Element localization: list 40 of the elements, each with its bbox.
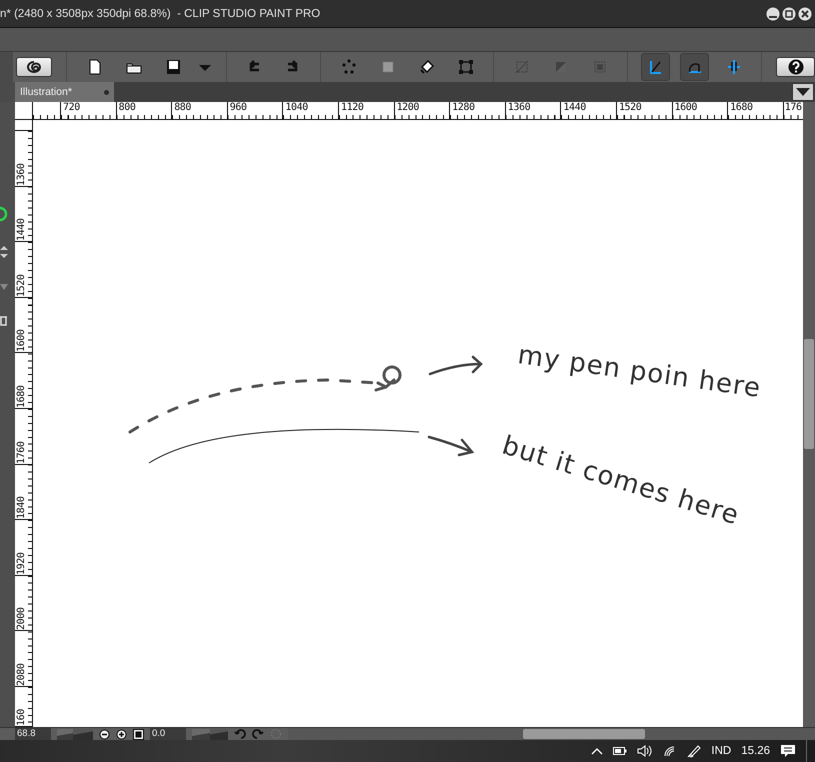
color-ring-icon: [0, 206, 8, 222]
language-indicator[interactable]: IND: [711, 745, 732, 757]
toolbar-grip[interactable]: [0, 52, 13, 82]
document-tab[interactable]: Illustration*: [15, 82, 114, 102]
curve-snap-icon[interactable]: [680, 53, 710, 81]
scroll-thumb[interactable]: [804, 339, 814, 449]
battery-icon[interactable]: [613, 746, 628, 756]
close-dot-icon[interactable]: [104, 90, 109, 94]
rotation-field[interactable]: 0.0: [150, 728, 186, 740]
horizontal-scrollbar[interactable]: [288, 728, 815, 740]
up-down-arrows-icon[interactable]: [0, 244, 8, 260]
app-logo-button[interactable]: [16, 57, 52, 77]
zoom-in-icon[interactable]: [116, 728, 127, 740]
speaker-icon[interactable]: [637, 745, 654, 757]
handwritten-note: my pen poin here: [516, 340, 763, 404]
close-icon[interactable]: [798, 6, 812, 20]
vertical-scrollbar[interactable]: [803, 102, 815, 727]
tab-menu-button[interactable]: [792, 83, 814, 101]
minimize-icon[interactable]: [766, 6, 780, 20]
help-button[interactable]: [776, 57, 815, 77]
window-title: n* (2480 x 3508px 350dpi 68.8%) - CLIP STUDIO PAINT PRO: [0, 8, 322, 20]
notification-icon[interactable]: [780, 744, 796, 758]
clock[interactable]: 15.26: [741, 745, 770, 757]
caret-icon: [796, 88, 810, 96]
ruler-snap-icon[interactable]: [641, 53, 670, 81]
rotate-left-icon[interactable]: [234, 728, 246, 740]
chevron-up-icon[interactable]: [591, 746, 604, 756]
rotate-right-icon[interactable]: [252, 728, 264, 740]
handwritten-note: but it comes here: [498, 430, 743, 532]
zoom-slider[interactable]: [57, 728, 93, 740]
fit-screen-icon[interactable]: [133, 728, 144, 740]
question-mark-icon: [788, 59, 804, 75]
zoom-field[interactable]: 68.8: [15, 728, 51, 740]
pen-icon[interactable]: [687, 744, 702, 758]
rotation-slider[interactable]: [192, 728, 228, 740]
trash-icon[interactable]: [0, 314, 8, 326]
zoom-out-icon[interactable]: [99, 728, 110, 740]
panel-grip[interactable]: [0, 82, 15, 102]
maximize-icon[interactable]: [782, 6, 796, 20]
scroll-thumb[interactable]: [523, 729, 645, 739]
